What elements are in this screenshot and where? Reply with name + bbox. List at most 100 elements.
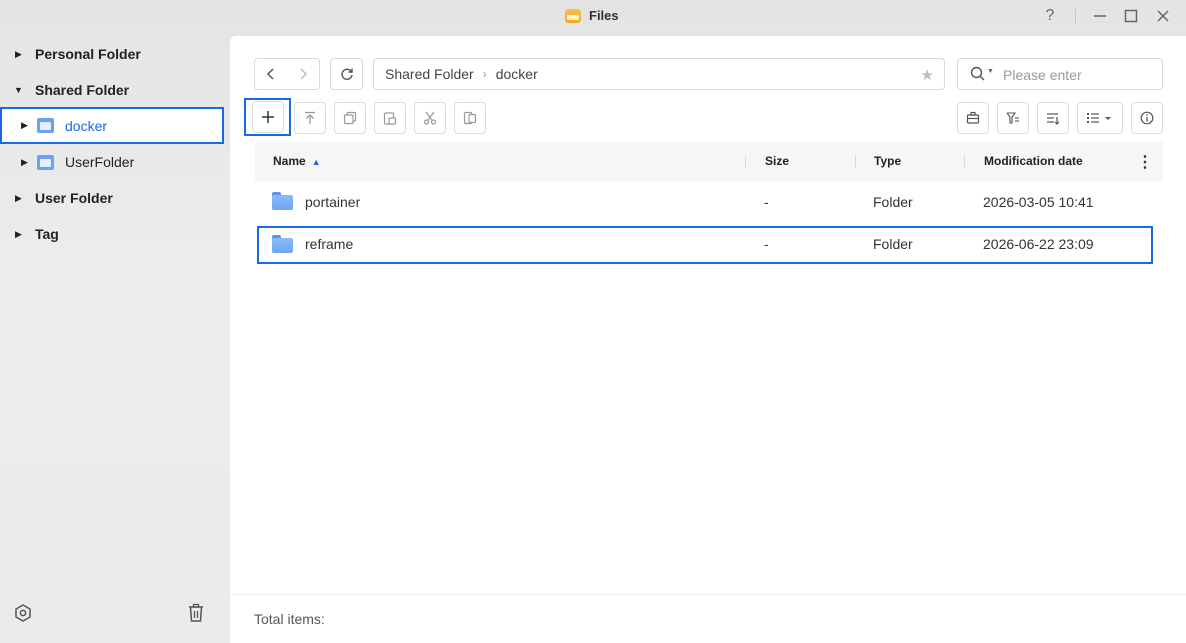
files-app-icon: [565, 8, 581, 23]
toolbox-button[interactable]: [957, 102, 989, 134]
settings-button[interactable]: [12, 602, 34, 624]
user-shared-folder-icon: [37, 155, 54, 170]
file-type: Folder: [873, 194, 913, 210]
recycle-bin-button[interactable]: [185, 602, 207, 624]
copy-icon: [343, 111, 357, 125]
back-button[interactable]: [255, 59, 287, 89]
trash-icon: [189, 603, 203, 622]
file-name: reframe: [305, 236, 354, 252]
forward-button[interactable]: [287, 59, 319, 89]
view-mode-button[interactable]: [1077, 102, 1123, 134]
refresh-button[interactable]: [330, 58, 363, 90]
file-size: -: [764, 236, 769, 252]
upload-button[interactable]: [294, 102, 326, 134]
sidebar-item-tag[interactable]: ▶ Tag: [0, 216, 224, 252]
caret-right-icon[interactable]: ▶: [15, 49, 22, 60]
total-items-label: Total items:: [254, 611, 325, 627]
refresh-icon: [340, 68, 353, 80]
paste-icon: [383, 112, 397, 125]
minimize-icon: [1094, 15, 1106, 17]
new-button[interactable]: [244, 98, 291, 136]
file-browser-panel: Shared Folder › docker ★ ▼ Please enter …: [230, 36, 1186, 643]
column-modification-date[interactable]: Modification date: [984, 154, 1083, 168]
sidebar-item-userfolder[interactable]: ▶ UserFolder: [0, 144, 224, 180]
maximize-icon: [1124, 9, 1138, 23]
sidebar-item-label: Tag: [35, 226, 59, 242]
folder-icon: [272, 235, 293, 253]
scissors-icon: [423, 111, 437, 125]
breadcrumb-docker[interactable]: docker: [496, 66, 538, 82]
sort-ascending-icon[interactable]: ▲: [312, 157, 321, 167]
sidebar-item-label: docker: [65, 117, 108, 134]
plus-glyph: [261, 111, 274, 123]
hexagon-settings-icon: [15, 604, 31, 622]
close-icon: [1157, 10, 1169, 22]
breadcrumb[interactable]: Shared Folder › docker ★: [373, 58, 945, 90]
column-options-icon[interactable]: ⋮: [1137, 152, 1153, 172]
sidebar-item-personal-folder[interactable]: ▶ Personal Folder: [0, 36, 224, 72]
folder-icon: [272, 192, 293, 210]
list-view-icon: [1087, 113, 1111, 123]
window-title: Files: [565, 8, 619, 23]
move-button[interactable]: [454, 102, 486, 134]
sort-button[interactable]: [1037, 102, 1069, 134]
sidebar: ▶ Personal Folder ▼ Shared Folder ▶ dock…: [0, 36, 230, 643]
table-row[interactable]: reframe - Folder 2026-06-22 23:09: [257, 226, 1153, 264]
caret-right-icon[interactable]: ▶: [21, 157, 28, 168]
chevron-right-icon: [300, 68, 308, 80]
star-icon[interactable]: ★: [921, 66, 934, 84]
breadcrumb-shared-folder[interactable]: Shared Folder: [385, 66, 474, 82]
column-divider[interactable]: [855, 155, 856, 169]
caret-right-icon[interactable]: ▶: [15, 229, 22, 240]
file-name: portainer: [305, 194, 361, 210]
help-button[interactable]: ?: [1039, 6, 1061, 26]
minimize-button[interactable]: [1089, 6, 1111, 26]
column-divider[interactable]: [964, 155, 965, 169]
chevron-right-icon: ›: [482, 67, 487, 81]
history-nav: [254, 58, 320, 90]
column-divider[interactable]: [745, 155, 746, 169]
sidebar-item-user-folder[interactable]: ▶ User Folder: [0, 180, 224, 216]
file-type: Folder: [873, 236, 913, 252]
info-icon: [1140, 111, 1154, 125]
sidebar-item-label: User Folder: [35, 190, 113, 206]
caret-down-icon[interactable]: ▼: [14, 85, 23, 95]
sidebar-item-docker[interactable]: ▶ docker: [0, 107, 224, 144]
column-type[interactable]: Type: [874, 154, 901, 168]
move-icon: [463, 111, 477, 125]
cut-button[interactable]: [414, 102, 446, 134]
info-button[interactable]: [1131, 102, 1163, 134]
shared-folder-icon: [37, 118, 54, 133]
file-modified: 2026-03-05 10:41: [983, 194, 1094, 210]
sidebar-item-label: Shared Folder: [35, 82, 130, 98]
sidebar-item-shared-folder[interactable]: ▼ Shared Folder: [0, 72, 224, 108]
filter-button[interactable]: [997, 102, 1029, 134]
help-icon: ?: [1045, 7, 1055, 24]
chevron-left-icon: [266, 68, 274, 80]
table-row[interactable]: portainer - Folder 2026-03-05 10:41: [255, 182, 1163, 224]
search-scope-dropdown-icon[interactable]: ▼: [987, 68, 994, 75]
search-icon[interactable]: [970, 66, 986, 82]
search-box[interactable]: ▼: [957, 58, 1163, 90]
column-size[interactable]: Size: [765, 154, 789, 168]
maximize-button[interactable]: [1120, 6, 1142, 26]
window-title-text: Files: [589, 8, 619, 23]
file-modified: 2026-06-22 23:09: [983, 236, 1094, 252]
sort-icon: [1047, 113, 1060, 125]
table-header: Name ▲ Size Type Modification date ⋮: [255, 142, 1163, 182]
copy-button[interactable]: [334, 102, 366, 134]
title-divider: [1075, 9, 1076, 24]
caret-right-icon[interactable]: ▶: [15, 193, 22, 204]
column-name-label: Name: [273, 154, 306, 168]
sidebar-item-label: Personal Folder: [35, 46, 141, 62]
caret-right-icon[interactable]: ▶: [21, 120, 28, 131]
status-bar: Total items:: [230, 594, 1186, 643]
briefcase-icon: [966, 111, 980, 124]
file-size: -: [764, 194, 769, 210]
upload-icon: [305, 111, 315, 124]
column-name[interactable]: Name ▲: [273, 154, 321, 168]
sidebar-item-label: UserFolder: [65, 154, 135, 170]
close-button[interactable]: [1152, 6, 1174, 26]
paste-button[interactable]: [374, 102, 406, 134]
search-input[interactable]: [1003, 65, 1153, 85]
